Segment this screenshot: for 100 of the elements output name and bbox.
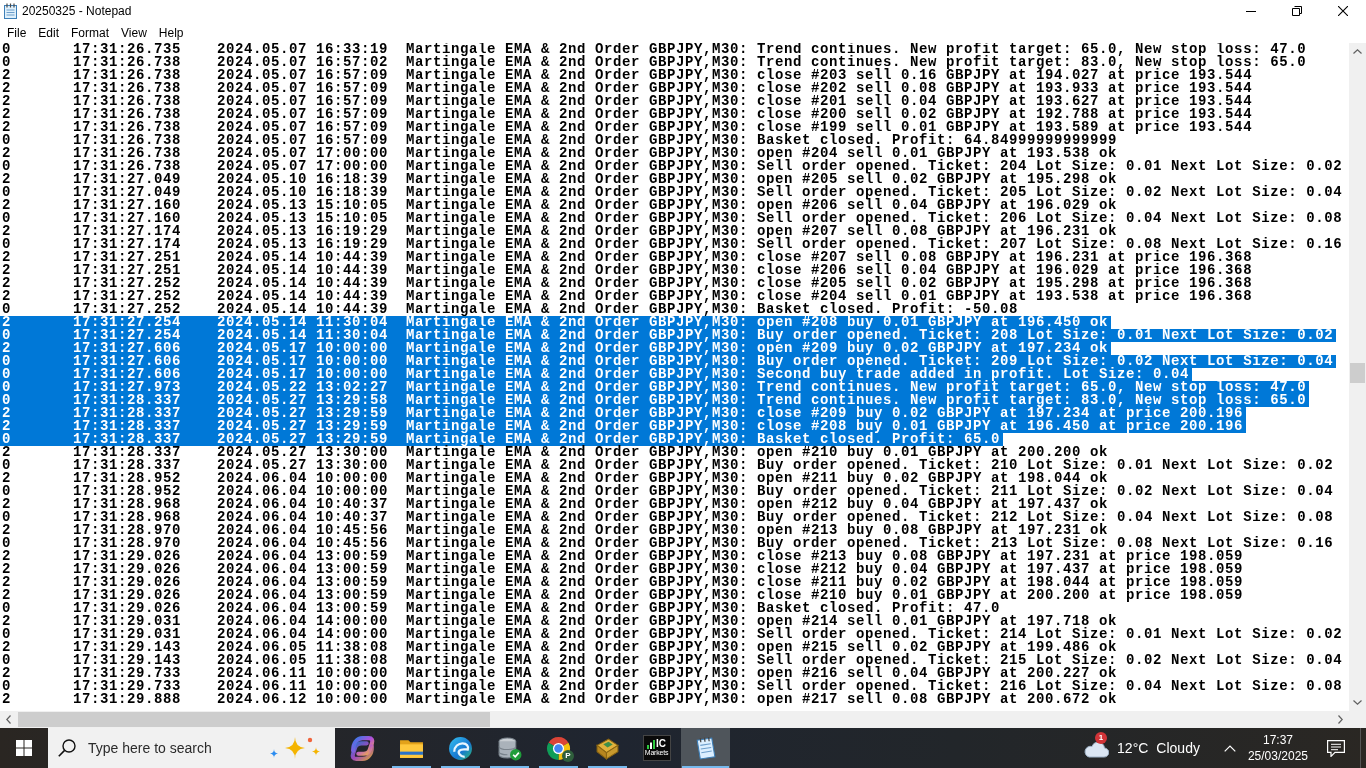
log-code: 0 [2, 602, 11, 615]
scroll-up-icon[interactable] [1353, 49, 1362, 54]
log-code: 0 [2, 212, 11, 225]
close-icon [1338, 6, 1348, 16]
log-time: 17:31:27.160 [73, 199, 182, 212]
log-timestamp: 2024.06.04 10:45:56 [217, 537, 389, 550]
log-time: 17:31:29.026 [73, 563, 182, 576]
log-time: 17:31:29.733 [73, 667, 182, 680]
log-code: 2 [2, 589, 11, 602]
search-field[interactable]: Type here to search [48, 728, 335, 768]
log-message: Martingale EMA & 2nd Order GBPJPY,M30: Buy order opened. Ticket: 208 Lot Size: 0.01 Next Lot Size: 0.02 [406, 329, 1334, 342]
log-code: 2 [2, 641, 11, 654]
log-timestamp: 2024.06.05 11:38:08 [217, 654, 389, 667]
log-timestamp: 2024.05.27 13:29:59 [217, 420, 389, 433]
log-message: Martingale EMA & 2nd Order GBPJPY,M30: close #210 buy 0.01 GBPJPY at 200.200 at price 198.059 [406, 589, 1244, 602]
taskbar-app-button[interactable] [681, 728, 730, 768]
log-code: 0 [2, 485, 11, 498]
log-timestamp: 2024.05.13 16:19:29 [217, 225, 389, 238]
log-timestamp: 2024.06.04 14:00:00 [217, 628, 389, 641]
log-timestamp: 2024.05.27 13:29:59 [217, 433, 389, 446]
scroll-left-icon[interactable] [6, 715, 11, 724]
taskbar-app-button[interactable]: P [534, 728, 583, 768]
menu-item[interactable]: View [115, 23, 153, 42]
log-message: Martingale EMA & 2nd Order GBPJPY,M30: Buy order opened. Ticket: 211 Lot Size: 0.02 Next Lot Size: 0.04 [406, 485, 1334, 498]
log-message: Martingale EMA & 2nd Order GBPJPY,M30: Trend continues. New profit target: 65.0, New stop loss: 47.0 [406, 43, 1307, 56]
log-time: 17:31:27.160 [73, 212, 182, 225]
log-timestamp: 2024.05.14 10:44:39 [217, 290, 389, 303]
log-timestamp: 2024.06.05 11:38:08 [217, 641, 389, 654]
scrollbar-thumb[interactable] [18, 712, 490, 727]
log-message: Martingale EMA & 2nd Order GBPJPY,M30: Trend continues. New profit target: 65.0, New stop loss: 47.0 [406, 381, 1307, 394]
log-code: 2 [2, 342, 11, 355]
log-time: 17:31:28.337 [73, 407, 182, 420]
log-code: 0 [2, 381, 11, 394]
clock-date[interactable]: 25/03/2025 [1247, 748, 1308, 764]
log-time: 17:31:26.738 [73, 147, 182, 160]
log-timestamp: 2024.05.10 16:18:39 [217, 186, 389, 199]
log-time: 17:31:27.606 [73, 355, 182, 368]
log-timestamp: 2024.05.14 10:44:39 [217, 251, 389, 264]
log-message: Martingale EMA & 2nd Order GBPJPY,M30: Buy order opened. Ticket: 213 Lot Size: 0.08 Next Lot Size: 0.16 [406, 537, 1334, 550]
log-code: 2 [2, 407, 11, 420]
menu-item[interactable]: File [1, 23, 33, 42]
log-time: 17:31:29.026 [73, 576, 182, 589]
log-code: 2 [2, 693, 11, 706]
log-code: 0 [2, 628, 11, 641]
log-message: Martingale EMA & 2nd Order GBPJPY,M30: open #216 sell 0.04 GBPJPY at 200.227 ok [406, 667, 1118, 680]
log-code: 2 [2, 550, 11, 563]
log-message: Martingale EMA & 2nd Order GBPJPY,M30: Sell order opened. Ticket: 204 Lot Size: 0.01 Next Lot Size: 0.02 [406, 160, 1343, 173]
log-time: 17:31:29.026 [73, 602, 182, 615]
log-time: 17:31:29.026 [73, 589, 182, 602]
log-timestamp: 2024.05.13 15:10:05 [217, 212, 389, 225]
log-time: 17:31:28.337 [73, 394, 182, 407]
log-message: Martingale EMA & 2nd Order GBPJPY,M30: Basket closed. Profit: 47.0 [406, 602, 1001, 615]
log-message: Martingale EMA & 2nd Order GBPJPY,M30: Buy order opened. Ticket: 212 Lot Size: 0.04 Next Lot Size: 0.08 [406, 511, 1334, 524]
log-timestamp: 2024.05.10 16:18:39 [217, 173, 389, 186]
log-timestamp: 2024.06.12 10:00:00 [217, 693, 389, 706]
log-code: 0 [2, 433, 11, 446]
log-message: Martingale EMA & 2nd Order GBPJPY,M30: close #204 sell 0.01 GBPJPY at 193.538 at price 196.368 [406, 290, 1253, 303]
log-timestamp: 2024.06.04 14:00:00 [217, 615, 389, 628]
log-time: 17:31:27.252 [73, 277, 182, 290]
log-message: Martingale EMA & 2nd Order GBPJPY,M30: open #204 sell 0.01 GBPJPY at 193.538 ok [406, 147, 1118, 160]
log-timestamp: 2024.05.13 16:19:29 [217, 238, 389, 251]
log-time: 17:31:28.337 [73, 446, 182, 459]
weather-condition-text: Cloudy [1156, 738, 1200, 758]
log-code: 2 [2, 225, 11, 238]
log-timestamp: 2024.06.04 13:00:59 [217, 550, 389, 563]
log-time: 17:31:27.174 [73, 225, 182, 238]
menu-item[interactable]: Edit [32, 23, 66, 42]
profile-badge: P [562, 750, 574, 762]
log-time: 17:31:29.143 [73, 641, 182, 654]
vertical-scrollbar[interactable] [1349, 43, 1366, 711]
log-time: 17:31:27.254 [73, 329, 182, 342]
menu-item[interactable]: Format [65, 23, 116, 42]
log-timestamp: 2024.06.11 10:00:00 [217, 680, 389, 693]
menu-item[interactable]: Help [152, 23, 190, 42]
log-message: Martingale EMA & 2nd Order GBPJPY,M30: close #208 buy 0.01 GBPJPY at 196.450 at price 200.196 [406, 420, 1244, 433]
log-message: Martingale EMA & 2nd Order GBPJPY,M30: close #212 buy 0.04 GBPJPY at 197.437 at price 198.059 [406, 563, 1244, 576]
log-code: 2 [2, 147, 11, 160]
clock-time[interactable]: 17:37 [1262, 732, 1293, 748]
log-message: Martingale EMA & 2nd Order GBPJPY,M30: close #213 buy 0.08 GBPJPY at 197.231 at price 198.059 [406, 550, 1244, 563]
log-timestamp: 2024.05.17 10:00:00 [217, 368, 389, 381]
log-message: Martingale EMA & 2nd Order GBPJPY,M30: open #213 buy 0.08 GBPJPY at 197.231 ok [406, 524, 1109, 537]
log-message: Martingale EMA & 2nd Order GBPJPY,M30: close #201 sell 0.04 GBPJPY at 193.627 at price 193.544 [406, 95, 1253, 108]
log-code: 2 [2, 251, 11, 264]
scroll-right-icon[interactable] [1338, 715, 1343, 724]
log-message: Martingale EMA & 2nd Order GBPJPY,M30: open #211 buy 0.02 GBPJPY at 198.044 ok [406, 472, 1109, 485]
log-code: 2 [2, 121, 11, 134]
notification-badge: 1 [1095, 732, 1108, 744]
log-time: 17:31:28.970 [73, 537, 182, 550]
scroll-down-icon[interactable] [1353, 700, 1362, 705]
log-message: Martingale EMA & 2nd Order GBPJPY,M30: Second buy trade added in profit. Lot Size: 0.04 [406, 368, 1190, 381]
log-time: 17:31:28.970 [73, 524, 182, 537]
log-code: 0 [2, 459, 11, 472]
log-time: 17:31:28.337 [73, 433, 182, 446]
segmented-circle-icon [546, 735, 571, 761]
log-timestamp: 2024.05.07 16:57:02 [217, 56, 389, 69]
log-timestamp: 2024.05.27 13:30:00 [217, 446, 389, 459]
scrollbar-thumb[interactable] [1350, 363, 1365, 383]
log-time: 17:31:26.738 [73, 108, 182, 121]
log-timestamp: 2024.06.11 10:00:00 [217, 667, 389, 680]
log-message: Martingale EMA & 2nd Order GBPJPY,M30: Sell order opened. Ticket: 214 Lot Size: 0.01 Next Lot Size: 0.02 [406, 628, 1343, 641]
